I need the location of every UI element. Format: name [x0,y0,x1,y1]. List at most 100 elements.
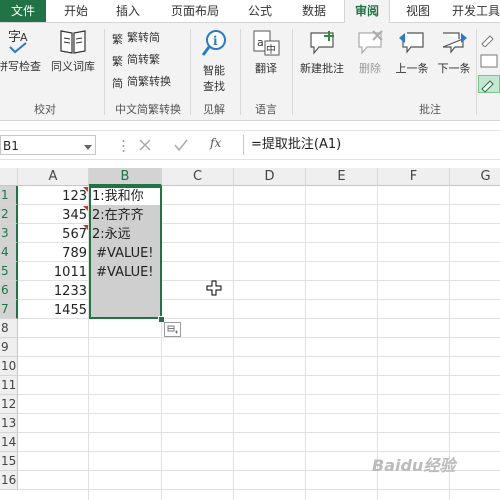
grid-line [18,394,500,395]
row-header[interactable]: 7 [0,300,18,319]
chinese-group-label: 中文简繁转换 [115,103,181,116]
svg-text:a: a [257,36,264,49]
row-header[interactable]: 9 [0,338,18,357]
tab-home[interactable]: 开始 [56,0,96,22]
column-header-g[interactable]: G [450,168,500,186]
row-header[interactable]: 4 [0,243,18,262]
show-all-comments-icon[interactable] [478,75,500,93]
new-comment-button[interactable]: 新建批注 [296,29,348,76]
column-header-f[interactable]: F [378,168,450,186]
row-header[interactable]: 3 [0,224,18,243]
svg-text:中: 中 [266,43,276,56]
ribbon-tabs: 文件 开始 插入 页面布局 公式 数据 审阅 视图 开发工具 [0,0,500,23]
row-header[interactable]: 15 [0,452,18,471]
row-header[interactable]: 10 [0,357,18,376]
insert-function-icon[interactable]: fx [210,136,221,150]
convert-button[interactable]: 简简繁转换 [112,73,171,91]
formula-bar: B1 fx =提取批注(A1) [0,130,500,160]
previous-comment-button[interactable]: 上一条 [392,29,432,76]
cancel-icon[interactable] [138,138,152,155]
delete-comment-button[interactable]: 删除 [352,29,388,76]
simp-to-trad-icon: 繁 [112,55,123,68]
next-comment-button[interactable]: 下一条 [434,29,474,76]
ribbon: 字 A 拼写检查 同义词库 校对 繁繁转简 繁简转繁 简简繁转换 中文简繁转换 … [0,23,500,121]
simp-to-trad-label: 简转繁 [127,53,160,66]
tab-developer[interactable]: 开发工具 [452,0,500,22]
insights-group-label: 见解 [203,103,225,116]
tab-formulas[interactable]: 公式 [240,0,280,22]
proofing-group-label: 校对 [34,103,56,116]
row-header[interactable]: 13 [0,414,18,433]
translate-label: 翻译 [255,62,277,75]
column-header-d[interactable]: D [234,168,306,186]
column-header-c[interactable]: C [162,168,234,186]
grid-line [18,356,500,357]
column-header-b[interactable]: B [89,168,162,186]
column-header-a[interactable]: A [18,168,89,186]
row-header[interactable]: 6 [0,281,18,300]
spell-check-label: 拼写检查 [0,60,41,73]
tab-review[interactable]: 审阅 [344,0,390,23]
translate-button[interactable]: a 中 翻译 [248,29,284,76]
row-header[interactable]: 12 [0,395,18,414]
next-comment-label: 下一条 [437,62,471,75]
svg-text:i: i [213,34,218,48]
cell-cursor-icon [206,280,222,300]
tab-data[interactable]: 数据 [294,0,334,22]
row-header[interactable]: 1 [0,186,18,205]
group-separator [240,29,241,115]
column-header-e[interactable]: E [306,168,378,186]
grid-line [18,337,500,338]
enter-icon[interactable] [173,138,189,155]
cell-a4[interactable]: 789 [18,244,88,263]
select-all-corner[interactable] [0,168,18,186]
comment-indicator-icon[interactable] [83,206,88,211]
grid-line [233,186,234,500]
svg-text:A: A [20,31,28,44]
cell-a5[interactable]: 1011 [18,263,88,282]
grid-line [18,375,500,376]
formula-input[interactable]: =提取批注(A1) [243,135,500,155]
edit-comment-icon[interactable] [478,31,500,48]
spell-check-button[interactable]: 字 A 拼写检查 [0,27,44,74]
comment-indicator-icon[interactable] [83,225,88,230]
tab-view[interactable]: 视图 [398,0,438,22]
trad-to-simp-label: 繁转简 [127,31,160,44]
quick-analysis-icon[interactable] [164,322,181,337]
previous-comment-icon [399,32,424,54]
row-header[interactable]: 2 [0,205,18,224]
cell-a7[interactable]: 1455 [18,301,88,320]
convert-icon: 简 [112,77,123,90]
cell-a6[interactable]: 1233 [18,282,88,301]
cell-a3[interactable]: 567 [18,225,88,244]
previous-comment-label: 上一条 [395,62,429,75]
cell-a1[interactable]: 123 [18,187,88,206]
group-separator [190,29,191,115]
row-header[interactable]: 11 [0,376,18,395]
group-separator [476,29,477,115]
thesaurus-button[interactable]: 同义词库 [46,27,100,74]
smart-lookup-label-1: 智能 [203,64,225,77]
delete-comment-icon [358,30,383,55]
tab-file[interactable]: 文件 [0,0,46,22]
grid-line [18,432,500,433]
group-separator [104,29,105,115]
row-header[interactable]: 5 [0,262,18,281]
next-comment-icon [442,32,467,54]
simp-to-trad-button[interactable]: 繁简转繁 [112,51,160,69]
trad-to-simp-button[interactable]: 繁繁转简 [112,29,160,47]
row-header[interactable]: 8 [0,319,18,338]
row-header[interactable]: 14 [0,433,18,452]
grid-line [18,489,500,490]
selection-border [89,186,162,319]
smart-lookup-label-2: 查找 [203,80,225,93]
comment-indicator-icon[interactable] [83,187,88,192]
tab-insert[interactable]: 插入 [108,0,148,22]
name-box[interactable]: B1 [0,135,96,155]
name-box-dropdown-icon[interactable] [84,140,92,154]
row-header[interactable]: 16 [0,471,18,490]
show-comment-icon[interactable] [478,53,500,69]
smart-lookup-button[interactable]: i 智能 查找 [196,29,232,94]
tab-page-layout[interactable]: 页面布局 [164,0,226,22]
cell-a2[interactable]: 345 [18,206,88,225]
